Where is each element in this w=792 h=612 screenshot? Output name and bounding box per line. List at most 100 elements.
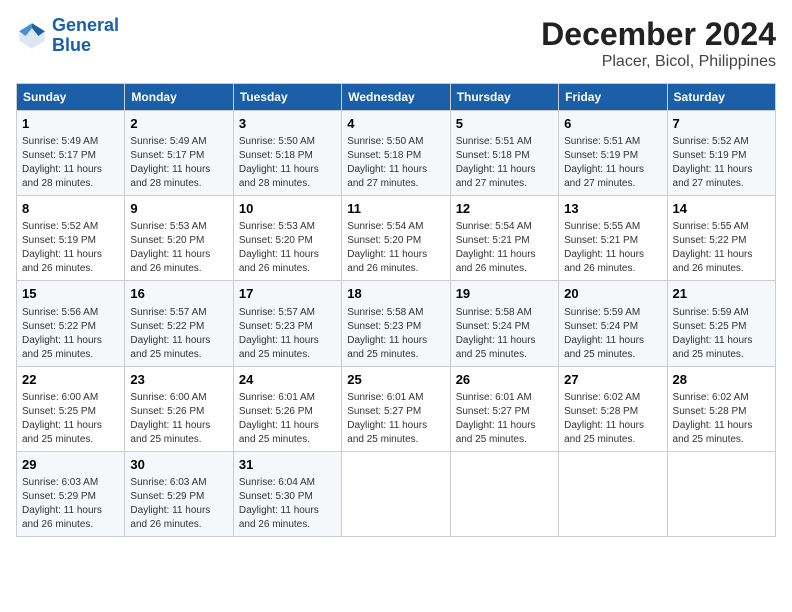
day-info: Sunrise: 5:52 AM Sunset: 5:19 PM Dayligh… (22, 220, 119, 276)
header-row: SundayMondayTuesdayWednesdayThursdayFrid… (17, 84, 776, 111)
calendar-cell: 7 Sunrise: 5:52 AM Sunset: 5:19 PM Daylig… (667, 111, 775, 196)
calendar-cell: 25 Sunrise: 6:01 AM Sunset: 5:27 PM Dayli… (342, 366, 450, 451)
calendar-cell: 11 Sunrise: 5:54 AM Sunset: 5:20 PM Dayli… (342, 196, 450, 281)
calendar-cell: 13 Sunrise: 5:55 AM Sunset: 5:21 PM Dayli… (559, 196, 667, 281)
calendar-cell: 6 Sunrise: 5:51 AM Sunset: 5:19 PM Daylig… (559, 111, 667, 196)
calendar-cell: 18 Sunrise: 5:58 AM Sunset: 5:23 PM Dayli… (342, 281, 450, 366)
day-info: Sunrise: 5:50 AM Sunset: 5:18 PM Dayligh… (347, 135, 444, 191)
week-row-4: 22 Sunrise: 6:00 AM Sunset: 5:25 PM Dayli… (17, 366, 776, 451)
logo-text: GeneralBlue (52, 16, 119, 56)
calendar-cell: 4 Sunrise: 5:50 AM Sunset: 5:18 PM Daylig… (342, 111, 450, 196)
day-info: Sunrise: 6:03 AM Sunset: 5:29 PM Dayligh… (130, 476, 227, 532)
day-info: Sunrise: 6:02 AM Sunset: 5:28 PM Dayligh… (673, 391, 770, 447)
day-number: 21 (673, 285, 770, 303)
day-number: 5 (456, 115, 553, 133)
day-number: 28 (673, 371, 770, 389)
calendar-cell: 19 Sunrise: 5:58 AM Sunset: 5:24 PM Dayli… (450, 281, 558, 366)
calendar-table: SundayMondayTuesdayWednesdayThursdayFrid… (16, 83, 776, 537)
header-thursday: Thursday (450, 84, 558, 111)
day-info: Sunrise: 5:54 AM Sunset: 5:21 PM Dayligh… (456, 220, 553, 276)
calendar-cell: 12 Sunrise: 5:54 AM Sunset: 5:21 PM Dayli… (450, 196, 558, 281)
calendar-cell: 28 Sunrise: 6:02 AM Sunset: 5:28 PM Dayli… (667, 366, 775, 451)
day-number: 13 (564, 200, 661, 218)
page-subtitle: Placer, Bicol, Philippines (541, 53, 776, 71)
day-number: 4 (347, 115, 444, 133)
week-row-1: 1 Sunrise: 5:49 AM Sunset: 5:17 PM Daylig… (17, 111, 776, 196)
day-number: 1 (22, 115, 119, 133)
day-info: Sunrise: 5:55 AM Sunset: 5:21 PM Dayligh… (564, 220, 661, 276)
day-info: Sunrise: 6:00 AM Sunset: 5:26 PM Dayligh… (130, 391, 227, 447)
day-info: Sunrise: 5:50 AM Sunset: 5:18 PM Dayligh… (239, 135, 336, 191)
header-saturday: Saturday (667, 84, 775, 111)
calendar-cell (559, 451, 667, 536)
day-info: Sunrise: 5:58 AM Sunset: 5:23 PM Dayligh… (347, 306, 444, 362)
day-info: Sunrise: 5:51 AM Sunset: 5:18 PM Dayligh… (456, 135, 553, 191)
day-number: 7 (673, 115, 770, 133)
day-number: 19 (456, 285, 553, 303)
week-row-3: 15Sunrise: 5:56 AM Sunset: 5:22 PM Dayli… (17, 281, 776, 366)
day-info: Sunrise: 6:03 AM Sunset: 5:29 PM Dayligh… (22, 476, 119, 532)
logo: GeneralBlue (16, 16, 119, 56)
calendar-cell: 26Sunrise: 6:01 AM Sunset: 5:27 PM Dayli… (450, 366, 558, 451)
day-number: 29 (22, 456, 119, 474)
day-info: Sunrise: 5:49 AM Sunset: 5:17 PM Dayligh… (130, 135, 227, 191)
day-number: 8 (22, 200, 119, 218)
calendar-cell: 5 Sunrise: 5:51 AM Sunset: 5:18 PM Daylig… (450, 111, 558, 196)
calendar-cell: 30Sunrise: 6:03 AM Sunset: 5:29 PM Dayli… (125, 451, 233, 536)
calendar-cell: 17Sunrise: 5:57 AM Sunset: 5:23 PM Dayli… (233, 281, 341, 366)
calendar-cell: 20Sunrise: 5:59 AM Sunset: 5:24 PM Dayli… (559, 281, 667, 366)
day-info: Sunrise: 5:53 AM Sunset: 5:20 PM Dayligh… (130, 220, 227, 276)
day-info: Sunrise: 6:00 AM Sunset: 5:25 PM Dayligh… (22, 391, 119, 447)
logo-icon (16, 20, 48, 52)
day-info: Sunrise: 5:57 AM Sunset: 5:23 PM Dayligh… (239, 306, 336, 362)
calendar-cell: 21 Sunrise: 5:59 AM Sunset: 5:25 PM Dayli… (667, 281, 775, 366)
header-friday: Friday (559, 84, 667, 111)
day-info: Sunrise: 5:59 AM Sunset: 5:24 PM Dayligh… (564, 306, 661, 362)
day-info: Sunrise: 5:58 AM Sunset: 5:24 PM Dayligh… (456, 306, 553, 362)
day-info: Sunrise: 6:01 AM Sunset: 5:26 PM Dayligh… (239, 391, 336, 447)
calendar-cell (667, 451, 775, 536)
day-number: 12 (456, 200, 553, 218)
header-monday: Monday (125, 84, 233, 111)
calendar-cell: 2 Sunrise: 5:49 AM Sunset: 5:17 PM Daylig… (125, 111, 233, 196)
day-number: 27 (564, 371, 661, 389)
day-number: 16 (130, 285, 227, 303)
page-title: December 2024 (541, 16, 776, 53)
calendar-cell: 24Sunrise: 6:01 AM Sunset: 5:26 PM Dayli… (233, 366, 341, 451)
header-sunday: Sunday (17, 84, 125, 111)
calendar-cell: 31 Sunrise: 6:04 AM Sunset: 5:30 PM Dayli… (233, 451, 341, 536)
calendar-cell: 10Sunrise: 5:53 AM Sunset: 5:20 PM Dayli… (233, 196, 341, 281)
calendar-cell: 9Sunrise: 5:53 AM Sunset: 5:20 PM Daylig… (125, 196, 233, 281)
calendar-cell: 1Sunrise: 5:49 AM Sunset: 5:17 PM Daylig… (17, 111, 125, 196)
calendar-cell (342, 451, 450, 536)
day-info: Sunrise: 5:55 AM Sunset: 5:22 PM Dayligh… (673, 220, 770, 276)
day-number: 31 (239, 456, 336, 474)
day-number: 2 (130, 115, 227, 133)
day-number: 15 (22, 285, 119, 303)
calendar-cell: 23 Sunrise: 6:00 AM Sunset: 5:26 PM Dayli… (125, 366, 233, 451)
day-number: 23 (130, 371, 227, 389)
day-info: Sunrise: 6:01 AM Sunset: 5:27 PM Dayligh… (347, 391, 444, 447)
calendar-cell: 29 Sunrise: 6:03 AM Sunset: 5:29 PM Dayli… (17, 451, 125, 536)
day-number: 14 (673, 200, 770, 218)
calendar-cell: 3 Sunrise: 5:50 AM Sunset: 5:18 PM Daylig… (233, 111, 341, 196)
calendar-cell: 16Sunrise: 5:57 AM Sunset: 5:22 PM Dayli… (125, 281, 233, 366)
day-info: Sunrise: 5:51 AM Sunset: 5:19 PM Dayligh… (564, 135, 661, 191)
calendar-cell: 27 Sunrise: 6:02 AM Sunset: 5:28 PM Dayli… (559, 366, 667, 451)
day-number: 3 (239, 115, 336, 133)
day-number: 22 (22, 371, 119, 389)
page-header: GeneralBlue December 2024 Placer, Bicol,… (16, 16, 776, 71)
day-info: Sunrise: 6:04 AM Sunset: 5:30 PM Dayligh… (239, 476, 336, 532)
day-info: Sunrise: 5:59 AM Sunset: 5:25 PM Dayligh… (673, 306, 770, 362)
day-number: 11 (347, 200, 444, 218)
title-block: December 2024 Placer, Bicol, Philippines (541, 16, 776, 71)
day-number: 18 (347, 285, 444, 303)
day-info: Sunrise: 5:54 AM Sunset: 5:20 PM Dayligh… (347, 220, 444, 276)
calendar-cell: 8 Sunrise: 5:52 AM Sunset: 5:19 PM Daylig… (17, 196, 125, 281)
day-number: 25 (347, 371, 444, 389)
day-number: 6 (564, 115, 661, 133)
calendar-cell: 14 Sunrise: 5:55 AM Sunset: 5:22 PM Dayli… (667, 196, 775, 281)
day-info: Sunrise: 5:52 AM Sunset: 5:19 PM Dayligh… (673, 135, 770, 191)
header-tuesday: Tuesday (233, 84, 341, 111)
day-info: Sunrise: 6:02 AM Sunset: 5:28 PM Dayligh… (564, 391, 661, 447)
